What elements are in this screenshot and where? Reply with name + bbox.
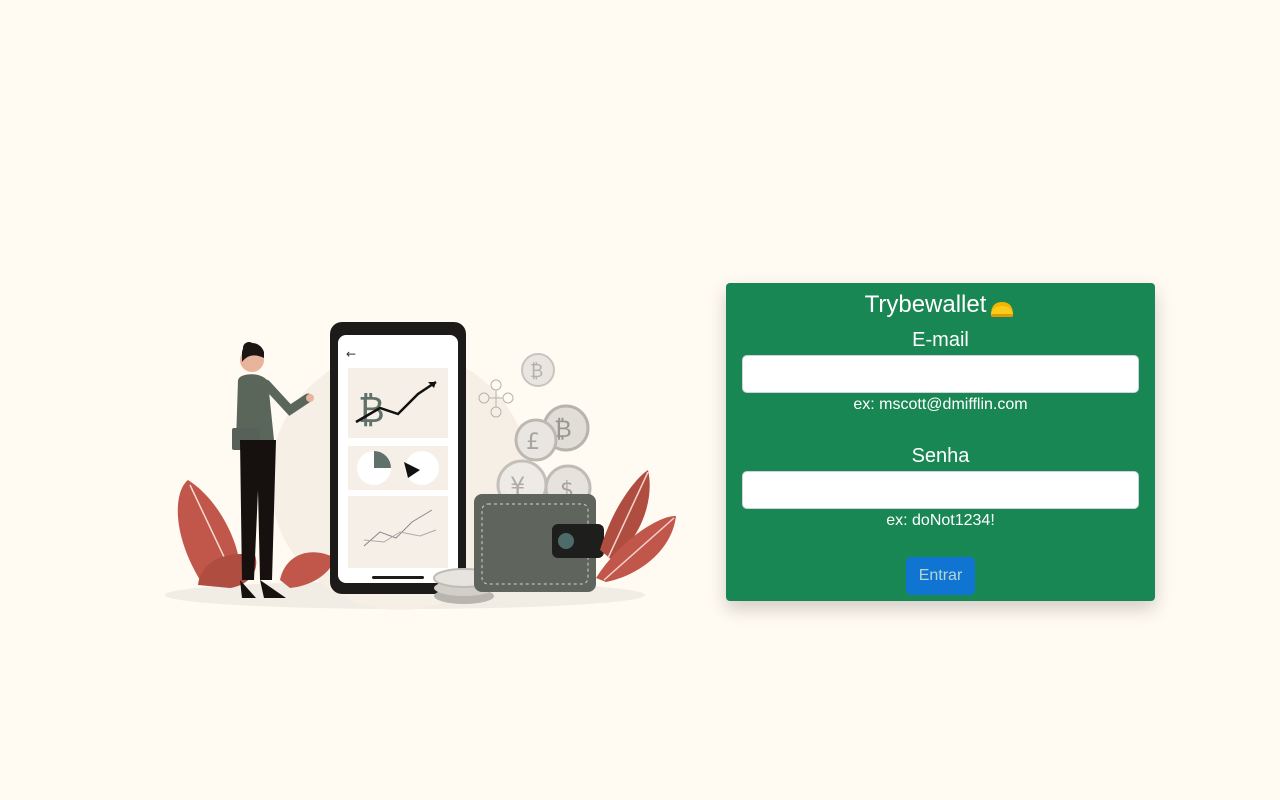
password-label: Senha — [911, 445, 970, 467]
app-title-text: Trybewallet — [864, 291, 987, 318]
email-label: E-mail — [912, 329, 969, 351]
wallet-emoji-icon — [991, 302, 1014, 317]
login-page: ← ₿ ₿ ₿ £ ¥ $ Trybewallet E-mail ex: msc… — [0, 0, 1280, 800]
email-input[interactable] — [742, 355, 1139, 393]
login-form: Trybewallet E-mail ex: mscott@dmifflin.c… — [726, 283, 1155, 601]
svg-text:₿: ₿ — [358, 390, 385, 431]
phone-icon: ← ₿ — [330, 322, 466, 594]
login-button[interactable]: Entrar — [906, 557, 975, 595]
email-hint: ex: mscott@dmifflin.com — [853, 396, 1028, 413]
svg-text:£: £ — [526, 430, 540, 455]
svg-text:₿: ₿ — [530, 361, 543, 382]
password-input[interactable] — [742, 471, 1139, 509]
illustration-svg: ← ₿ ₿ ₿ £ ¥ $ — [165, 322, 676, 610]
app-title: Trybewallet — [726, 289, 1155, 319]
wallet-icon — [474, 494, 604, 592]
svg-text:←: ← — [346, 347, 356, 361]
crypto-wallet-illustration: ← ₿ ₿ ₿ £ ¥ $ — [160, 310, 690, 620]
password-hint: ex: doNot1234! — [886, 512, 995, 529]
right-leaf-icon — [596, 470, 676, 582]
